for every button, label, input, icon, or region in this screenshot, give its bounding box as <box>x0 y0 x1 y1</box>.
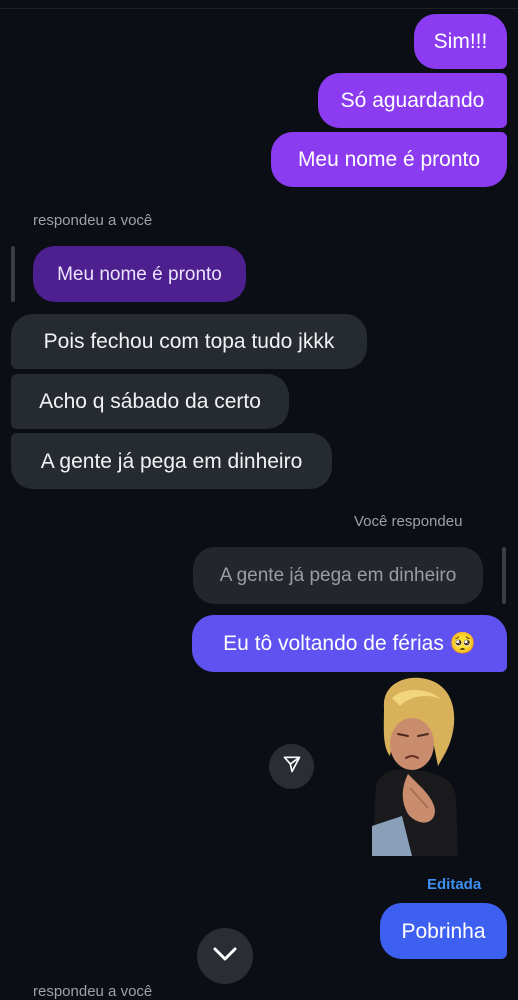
message-text: Pois fechou com topa tudo jkkk <box>43 330 335 353</box>
you-replied-label: Você respondeu <box>354 513 463 530</box>
message-sent-voltando-ferias[interactable]: Eu tô voltando de férias 🥺 <box>192 615 507 672</box>
share-button[interactable] <box>269 744 314 789</box>
message-received-a-gente-pega[interactable]: A gente já pega em dinheiro <box>11 433 332 489</box>
chevron-down-icon <box>212 946 238 967</box>
message-text: Meu nome é pronto <box>297 148 481 171</box>
reply-context-label-bottom: respondeu a você <box>33 983 153 1000</box>
reply-indicator-bar-you <box>502 547 506 604</box>
message-text: Eu tô voltando de férias 🥺 <box>223 632 476 655</box>
message-text: Só aguardando <box>340 89 485 112</box>
message-received-pois-fechou[interactable]: Pois fechou com topa tudo jkkk <box>11 314 367 369</box>
message-sent-so-aguardando[interactable]: Só aguardando <box>318 73 507 128</box>
message-text: Sim!!! <box>433 30 488 53</box>
sticker-image[interactable] <box>372 676 458 856</box>
edited-label: Editada <box>427 876 482 893</box>
scroll-to-bottom-button[interactable] <box>197 928 253 984</box>
message-text: Pobrinha <box>401 919 486 943</box>
message-text: A gente já pega em dinheiro <box>40 449 303 473</box>
quoted-reply-bubble-you[interactable]: A gente já pega em dinheiro <box>193 547 483 604</box>
top-divider <box>0 8 518 9</box>
message-sent-meu-nome[interactable]: Meu nome é pronto <box>271 132 507 187</box>
quoted-text: A gente já pega em dinheiro <box>219 565 457 586</box>
message-sent-pobrinha[interactable]: Pobrinha <box>380 903 507 959</box>
message-text: Acho q sábado da certo <box>39 390 261 413</box>
reply-context-label: respondeu a você <box>33 212 153 229</box>
message-sent-sim[interactable]: Sim!!! <box>414 14 507 69</box>
paper-plane-icon <box>282 754 302 779</box>
quoted-text: Meu nome é pronto <box>57 263 222 285</box>
message-received-acho-sabado[interactable]: Acho q sábado da certo <box>11 374 289 429</box>
reply-indicator-bar <box>11 246 15 302</box>
quoted-reply-bubble[interactable]: Meu nome é pronto <box>33 246 246 302</box>
